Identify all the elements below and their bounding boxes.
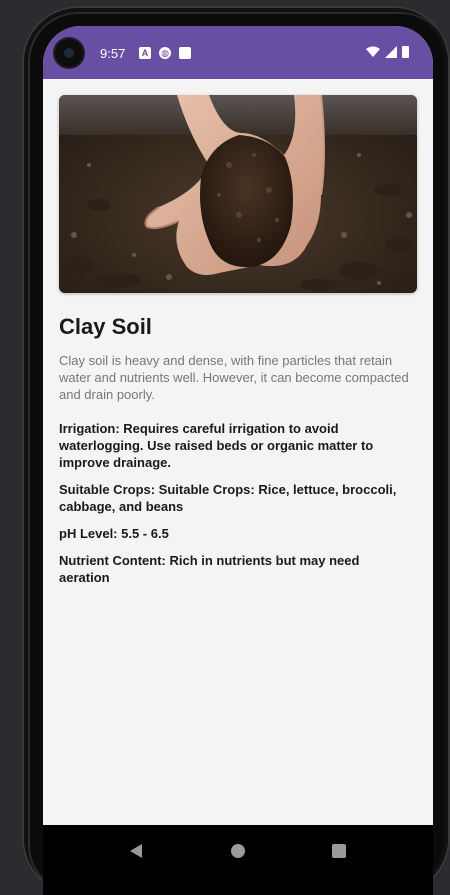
soil-title: Clay Soil <box>59 314 152 339</box>
status-bar: 9:57 A ◍ <box>43 26 433 79</box>
home-icon[interactable] <box>228 841 248 861</box>
wifi-icon <box>366 46 380 57</box>
nutrient-content-text: Nutrient Content: Rich in nutrients but … <box>59 553 360 585</box>
suitable-crops-text: Suitable Crops: Suitable Crops: Rice, le… <box>59 482 397 514</box>
status-time: 9:57 <box>100 46 126 61</box>
ph-level-text: pH Level: 5.5 - 6.5 <box>59 526 169 541</box>
sd-card-icon <box>179 47 191 59</box>
soil-description: Clay soil is heavy and dense, with fine … <box>59 353 409 402</box>
shield-icon: ◍ <box>159 47 171 59</box>
battery-icon <box>402 46 409 58</box>
soil-detail-screen: Clay Soil Clay soil is heavy and dense, … <box>43 79 433 825</box>
cellular-icon <box>385 46 397 58</box>
soil-photo <box>59 95 417 293</box>
soil-in-hands-image <box>59 95 417 293</box>
notification-icons: A ◍ <box>139 47 191 59</box>
system-navigation-bar <box>43 825 433 895</box>
text-a-icon: A <box>139 47 151 59</box>
device-screen: 9:57 A ◍ Clay Soil Clay soil is heavy an… <box>43 26 433 895</box>
back-icon[interactable] <box>127 841 147 861</box>
irrigation-text: Irrigation: Requires careful irrigation … <box>59 421 374 470</box>
recents-icon[interactable] <box>329 841 349 861</box>
system-status-icons <box>366 46 409 58</box>
front-camera <box>55 39 83 67</box>
